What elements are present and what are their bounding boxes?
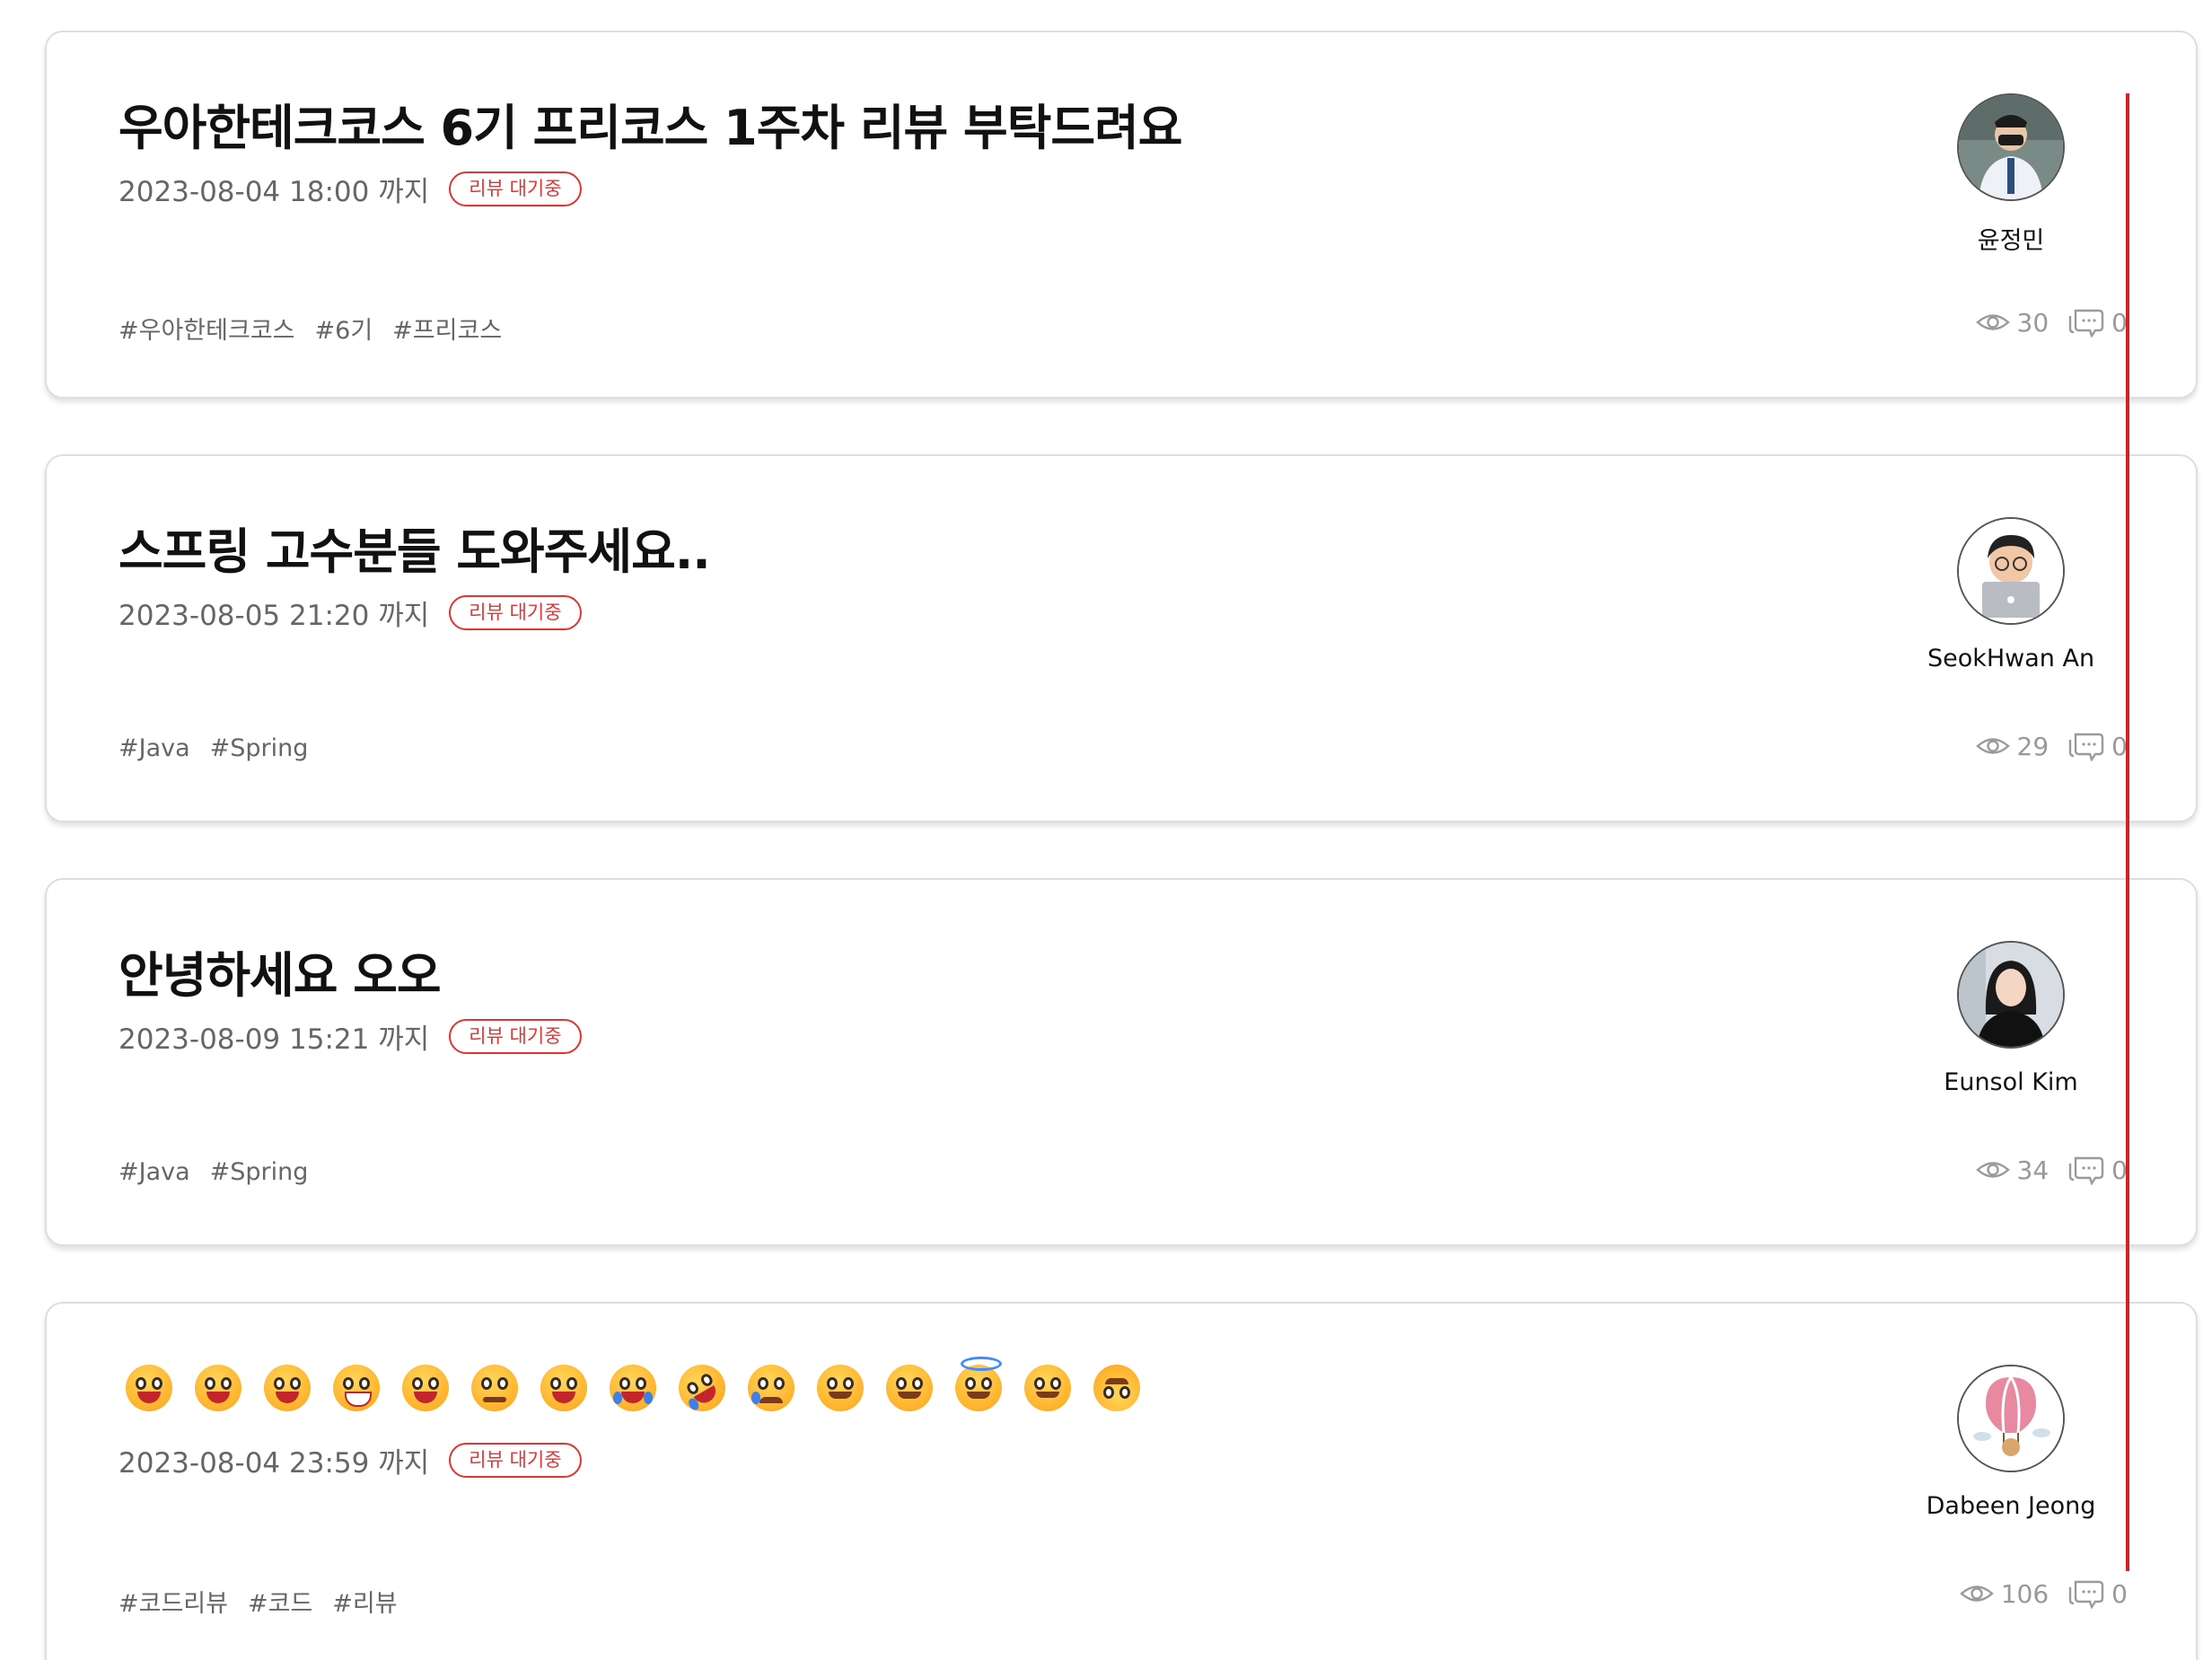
tag[interactable]: #Spring bbox=[210, 734, 309, 762]
upside-down-face-icon bbox=[1093, 1365, 1140, 1411]
post-meta: 2023-08-05 21:20 까지 리뷰 대기중 bbox=[118, 593, 582, 633]
post-card[interactable]: 안녕하세요 오오 2023-08-09 15:21 까지 리뷰 대기중 #Jav… bbox=[45, 878, 2198, 1246]
tag[interactable]: #Java bbox=[118, 734, 190, 762]
author-info: 윤정민 bbox=[1894, 93, 2128, 256]
author-name[interactable]: Dabeen Jeong bbox=[1927, 1492, 2096, 1520]
tag-list: #Java #Spring bbox=[118, 1158, 308, 1186]
author-info: SeokHwan An bbox=[1894, 517, 2128, 672]
eye-icon bbox=[1975, 738, 2010, 754]
author-name[interactable]: Eunsol Kim bbox=[1944, 1068, 2077, 1096]
eye-icon bbox=[1959, 1585, 1994, 1602]
grinning-squinting-face-icon bbox=[402, 1365, 449, 1411]
smiling-face-smiling-eyes-icon bbox=[886, 1365, 933, 1411]
red-guide-line bbox=[2126, 93, 2129, 1571]
post-deadline: 2023-08-04 23:59 까지 bbox=[118, 1447, 430, 1480]
avatar[interactable] bbox=[1957, 941, 2065, 1049]
tag[interactable]: #리뷰 bbox=[332, 1584, 397, 1619]
grinning-face-smiling-eyes-icon bbox=[264, 1365, 311, 1411]
tag-list: #Java #Spring bbox=[118, 734, 308, 762]
post-stats: 29 0 bbox=[1975, 731, 2128, 761]
eye-icon bbox=[1975, 314, 2010, 330]
avatar[interactable] bbox=[1957, 517, 2065, 625]
view-count: 106 bbox=[1959, 1578, 2050, 1609]
comment-count-value: 0 bbox=[2111, 1578, 2128, 1609]
comment-bubble-icon bbox=[2068, 1580, 2104, 1609]
post-deadline: 2023-08-05 21:20 까지 bbox=[118, 600, 430, 632]
eye-icon bbox=[1975, 1162, 2010, 1178]
tag[interactable]: #6기 bbox=[315, 311, 373, 346]
post-card[interactable]: 우아한테크코스 6기 프리코스 1주차 리뷰 부탁드려요 2023-08-04 … bbox=[45, 31, 2198, 399]
beaming-face-icon bbox=[333, 1365, 380, 1411]
author-info: Dabeen Jeong bbox=[1894, 1365, 2128, 1520]
author-name[interactable]: SeokHwan An bbox=[1927, 645, 2094, 672]
view-count: 29 bbox=[1975, 731, 2050, 761]
post-title[interactable]: 스프링 고수분들 도와주세요.. bbox=[118, 512, 711, 583]
pleading-face-icon bbox=[471, 1365, 518, 1411]
status-badge: 리뷰 대기중 bbox=[449, 171, 582, 207]
avatar[interactable] bbox=[1957, 93, 2065, 201]
post-deadline: 2023-08-09 15:21 까지 bbox=[118, 1023, 430, 1056]
post-meta: 2023-08-04 23:59 까지 리뷰 대기중 bbox=[118, 1440, 582, 1480]
post-meta: 2023-08-04 18:00 까지 리뷰 대기중 bbox=[118, 169, 582, 209]
comment-count: 0 bbox=[2068, 307, 2128, 338]
view-count: 34 bbox=[1975, 1155, 2050, 1185]
tag-list: #우아한테크코스 #6기 #프리코스 bbox=[118, 311, 502, 346]
comment-bubble-icon bbox=[2068, 1156, 2104, 1185]
memoji-laptop-icon bbox=[1959, 519, 2063, 623]
avatar-photo-icon bbox=[1959, 943, 2063, 1047]
crying-face-icon bbox=[748, 1365, 794, 1411]
post-list: 우아한테크코스 6기 프리코스 1주차 리뷰 부탁드려요 2023-08-04 … bbox=[0, 0, 2212, 1660]
tag[interactable]: #코드 bbox=[248, 1584, 312, 1619]
comment-bubble-icon bbox=[2068, 309, 2104, 338]
comment-count: 0 bbox=[2068, 731, 2128, 761]
grinning-face-icon bbox=[126, 1365, 172, 1411]
author-name[interactable]: 윤정민 bbox=[1978, 221, 2045, 256]
grinning-face-sweat-icon bbox=[540, 1365, 587, 1411]
tag[interactable]: #Spring bbox=[210, 1158, 309, 1186]
rolling-on-floor-laughing-icon bbox=[670, 1356, 734, 1420]
post-card[interactable]: 2023-08-04 23:59 까지 리뷰 대기중 #코드리뷰 #코드 #리뷰 bbox=[45, 1302, 2198, 1660]
view-count: 30 bbox=[1975, 307, 2050, 338]
status-badge: 리뷰 대기중 bbox=[449, 594, 582, 631]
view-count-value: 29 bbox=[2016, 731, 2050, 761]
post-stats: 30 0 bbox=[1975, 307, 2128, 338]
smiling-face-halo-icon bbox=[955, 1357, 1002, 1411]
slightly-smiling-face-icon bbox=[1024, 1365, 1071, 1411]
post-stats: 106 0 bbox=[1959, 1578, 2128, 1609]
status-badge: 리뷰 대기중 bbox=[449, 1442, 582, 1479]
comment-bubble-icon bbox=[2068, 733, 2104, 761]
comment-count: 0 bbox=[2068, 1578, 2128, 1609]
tag[interactable]: #프리코스 bbox=[392, 311, 502, 346]
post-deadline: 2023-08-04 18:00 까지 bbox=[118, 176, 430, 208]
post-title[interactable]: 우아한테크코스 6기 프리코스 1주차 리뷰 부탁드려요 bbox=[118, 88, 1182, 159]
avatar[interactable] bbox=[1957, 1365, 2065, 1472]
avatar-photo-icon bbox=[1959, 95, 2063, 199]
status-badge: 리뷰 대기중 bbox=[449, 1018, 582, 1055]
post-title[interactable]: 안녕하세요 오오 bbox=[118, 935, 442, 1006]
hot-air-balloon-icon bbox=[1959, 1366, 2063, 1471]
tag[interactable]: #Java bbox=[118, 1158, 190, 1186]
author-info: Eunsol Kim bbox=[1894, 941, 2128, 1096]
tag[interactable]: #우아한테크코스 bbox=[118, 311, 295, 346]
smiling-face-blush-icon bbox=[817, 1365, 864, 1411]
view-count-value: 30 bbox=[2016, 307, 2050, 338]
tag[interactable]: #코드리뷰 bbox=[118, 1584, 228, 1619]
post-stats: 34 0 bbox=[1975, 1155, 2128, 1185]
face-with-tears-of-joy-icon bbox=[610, 1365, 656, 1411]
grinning-face-big-eyes-icon bbox=[195, 1365, 241, 1411]
tag-list: #코드리뷰 #코드 #리뷰 bbox=[118, 1584, 398, 1619]
view-count-value: 106 bbox=[2000, 1578, 2050, 1609]
post-card[interactable]: 스프링 고수분들 도와주세요.. 2023-08-05 21:20 까지 리뷰 … bbox=[45, 454, 2198, 822]
view-count-value: 34 bbox=[2016, 1155, 2050, 1185]
post-meta: 2023-08-09 15:21 까지 리뷰 대기중 bbox=[118, 1016, 582, 1057]
comment-count: 0 bbox=[2068, 1155, 2128, 1185]
post-title[interactable] bbox=[126, 1356, 1140, 1420]
